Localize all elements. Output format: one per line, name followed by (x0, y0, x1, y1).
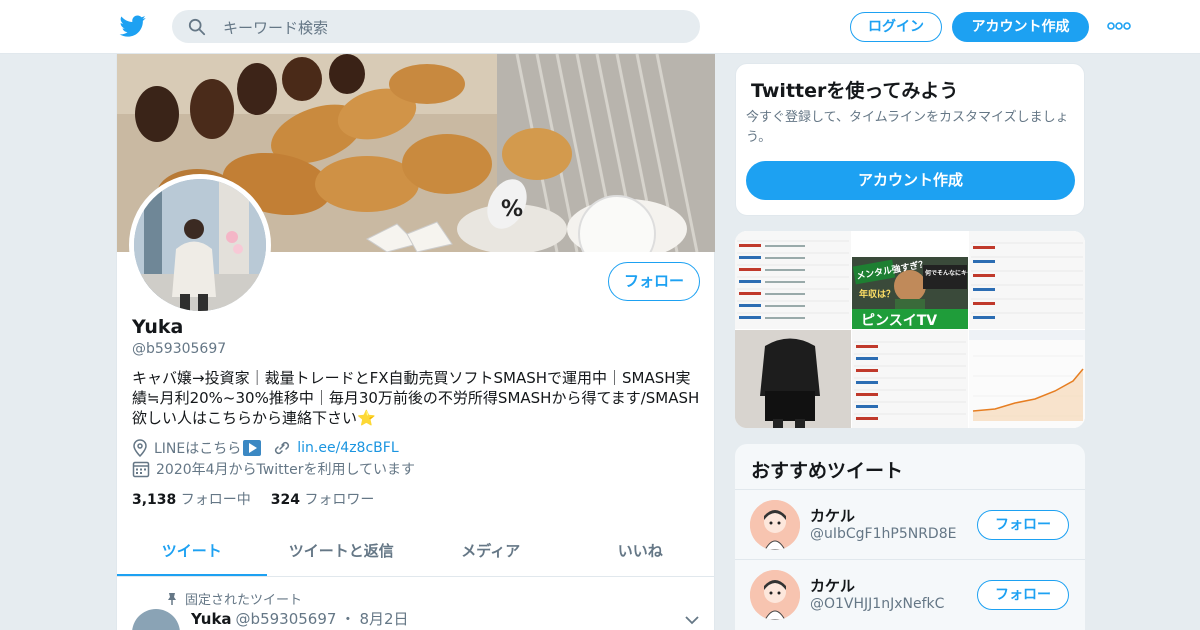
tab-tweets-and-replies[interactable]: ツイートと返信 (267, 528, 417, 576)
recommended-item[interactable]: カケル @uIbCgF1hP5NRD8E フォロー (735, 489, 1085, 559)
recommended-user-handle[interactable]: @O1VHJJ1nJxNefkC (810, 596, 944, 612)
media-thumb-trades-2[interactable] (969, 231, 1085, 329)
media-thumb-chart[interactable] (969, 330, 1085, 428)
calendar-icon (132, 461, 150, 478)
following-count: 3,138 (132, 492, 177, 508)
recommended-user-handle[interactable]: @uIbCgF1hP5NRD8E (810, 526, 956, 542)
recommended-follow-button[interactable]: フォロー (977, 580, 1069, 610)
pinned-tweet-label: 固定されたツイート (185, 593, 303, 608)
recommended-user-avatar[interactable] (750, 570, 800, 620)
more-options-icon[interactable] (1107, 22, 1131, 30)
pin-icon (168, 592, 176, 605)
recommended-user-avatar[interactable] (750, 500, 800, 550)
followers-count: 324 (270, 492, 300, 508)
search-input[interactable]: キーワード検索 (223, 17, 328, 38)
signup-card-button[interactable]: アカウント作成 (746, 161, 1075, 200)
search-icon (188, 18, 206, 36)
pinned-tweet-label-row: 固定されたツイート (167, 589, 302, 608)
signup-card: Twitterを使ってみよう 今すぐ登録して、タイムラインをカスタマイズしましょ… (735, 63, 1085, 216)
signup-card-subtitle: 今すぐ登録して、タイムラインをカスタマイズしましょう。 (746, 110, 1069, 145)
signup-card-title: Twitterを使ってみよう (751, 80, 959, 102)
media-thumb-photo[interactable] (735, 330, 851, 428)
profile-name[interactable]: Yuka (132, 316, 183, 338)
profile-meta-row: LINEはこちら lin.ee/4z8cBFL (132, 438, 399, 458)
recommended-user-name[interactable]: カケル (810, 505, 855, 526)
media-thumb-trades-3[interactable] (852, 330, 968, 428)
search-box[interactable]: キーワード検索 (172, 10, 700, 43)
following-label: フォロー中 (180, 492, 251, 508)
tab-likes[interactable]: いいね (566, 528, 716, 576)
recommended-tweets-title: おすすめツイート (751, 460, 904, 482)
tweet-author-name[interactable]: Yuka (191, 610, 232, 628)
pinned-tweet[interactable]: 固定されたツイート Yuka @b59305697 ・ 8月2日 (117, 577, 715, 630)
tweet-header: Yuka @b59305697 ・ 8月2日 (191, 608, 409, 629)
profile-stats: 3,138 フォロー中 324 フォロワー (132, 489, 374, 509)
follow-button[interactable]: フォロー (608, 262, 700, 301)
tweet-date[interactable]: 8月2日 (359, 608, 408, 629)
recommended-item[interactable]: カケル @O1VHJJ1nJxNefkC フォロー (735, 559, 1085, 629)
recommended-follow-button[interactable]: フォロー (977, 510, 1069, 540)
media-thumb-trades-1[interactable] (735, 231, 851, 329)
profile-tabs: ツイート ツイートと返信 メディア いいね (117, 528, 715, 577)
tab-tweets[interactable]: ツイート (117, 528, 267, 576)
profile-bio: キャバ嬢→投資家｜裁量トレードとFX自動売買ソフトSMASHで運用中｜SMASH… (132, 369, 700, 427)
media-overlay-text-4: ピンスイTV (861, 313, 937, 329)
following-stat[interactable]: 3,138 フォロー中 (132, 489, 251, 509)
tweet-author-avatar[interactable] (132, 609, 180, 630)
profile-avatar[interactable] (129, 174, 271, 316)
tweet-date-separator: ・ (340, 610, 356, 628)
location-text: LINEはこちら (154, 441, 242, 457)
link-icon (275, 441, 290, 455)
svg-text:%: % (501, 197, 523, 222)
chevron-down-icon[interactable] (685, 615, 699, 625)
signup-button[interactable]: アカウント作成 (952, 12, 1089, 42)
recommended-tweets-card: おすすめツイート カケル @uIbCgF1hP5NRD8E フォロー カケル @… (735, 444, 1085, 630)
profile-joined-row: 2020年4月からTwitterを利用しています (132, 459, 415, 479)
profile-url-link[interactable]: lin.ee/4z8cBFL (297, 440, 398, 456)
play-button-icon (243, 440, 262, 456)
profile-handle[interactable]: @b59305697 (132, 341, 226, 357)
media-grid[interactable]: メンタル強すぎ？ 年収は？ 何でそんなにキモいの？ ピンスイTV (735, 231, 1085, 428)
tab-media[interactable]: メディア (416, 528, 566, 576)
followers-label: フォロワー (304, 492, 375, 508)
login-button[interactable]: ログイン (850, 12, 942, 42)
media-overlay-text-2: 年収は？ (859, 288, 895, 300)
profile-column: % フォロー Yuka @b59305697 キャバ嬢→投資家｜裁量トレードとF… (116, 54, 715, 630)
top-navigation-bar: キーワード検索 ログイン アカウント作成 (0, 0, 1200, 54)
recommended-user-name[interactable]: カケル (810, 575, 855, 596)
twitter-bird-icon[interactable] (119, 13, 147, 39)
followers-stat[interactable]: 324 フォロワー (271, 489, 375, 509)
location-icon (133, 439, 147, 457)
tweet-author-handle[interactable]: @b59305697 (236, 610, 337, 628)
joined-date-text: 2020年4月からTwitterを利用しています (156, 462, 416, 478)
